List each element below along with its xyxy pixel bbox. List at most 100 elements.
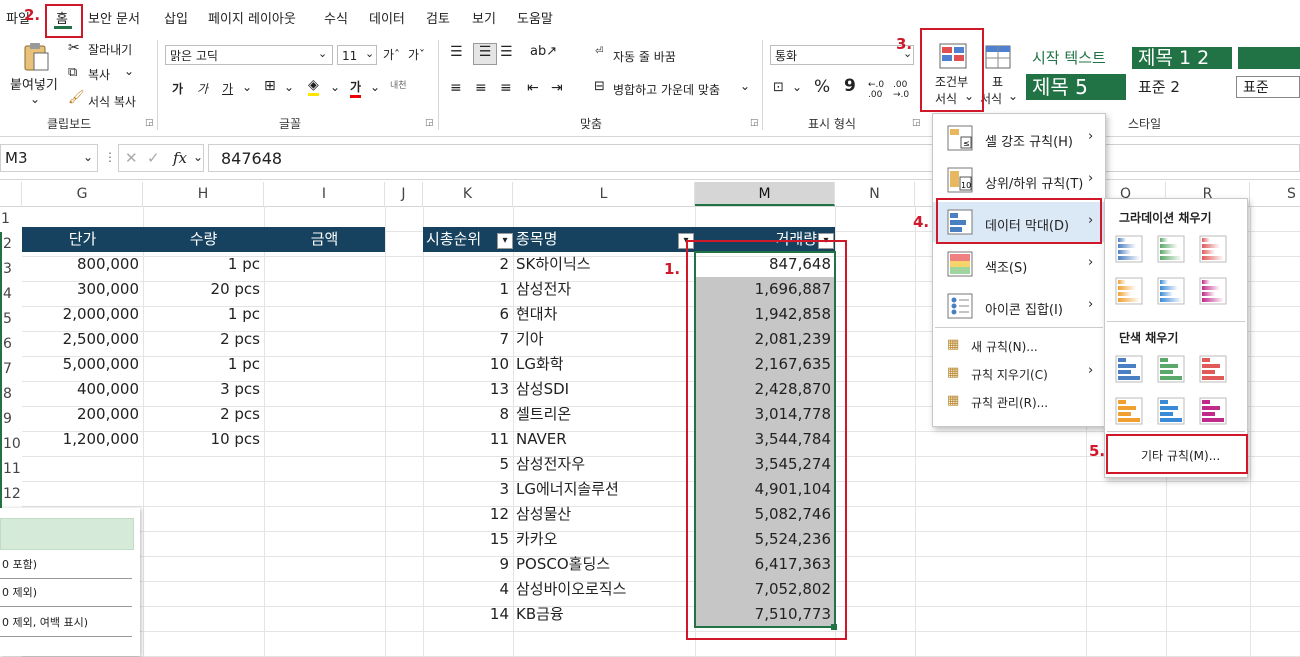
menu-item-color-scales[interactable]: 색조(S) › bbox=[933, 244, 1105, 284]
style-gallery-item[interactable] bbox=[1238, 47, 1300, 69]
table-cell[interactable]: 1 pc bbox=[143, 352, 264, 377]
gradient-fill-option[interactable] bbox=[1157, 235, 1185, 267]
solid-data-bar-icon[interactable] bbox=[1157, 355, 1185, 383]
table-cell[interactable]: 11 bbox=[423, 427, 513, 452]
cancel-icon[interactable]: ✕ bbox=[125, 149, 138, 167]
comma-button[interactable]: 9 bbox=[844, 76, 856, 96]
table-cell[interactable]: 2 bbox=[423, 252, 513, 277]
italic-button[interactable]: 가 bbox=[197, 80, 208, 97]
gradient-fill-option[interactable] bbox=[1157, 277, 1185, 309]
insert-function-button[interactable]: fx bbox=[173, 149, 187, 167]
row-header[interactable]: 10 bbox=[0, 432, 22, 457]
chevron-down-icon[interactable]: ⌄ bbox=[370, 80, 380, 94]
column-header[interactable]: G bbox=[22, 182, 143, 206]
row-header[interactable]: 5 bbox=[0, 307, 22, 332]
table-cell[interactable]: 삼성전자우 bbox=[513, 452, 695, 477]
table-cell[interactable]: 3 pcs bbox=[143, 377, 264, 402]
table-cell[interactable]: 7 bbox=[423, 327, 513, 352]
formula-input[interactable]: 847648 bbox=[208, 144, 1300, 172]
table-cell[interactable]: 2 pcs bbox=[143, 402, 264, 427]
table-cell[interactable]: 400,000 bbox=[22, 377, 143, 402]
gradient-fill-option[interactable] bbox=[1199, 277, 1227, 309]
cut-button[interactable]: 잘라내기 bbox=[88, 41, 132, 58]
align-bottom-icon[interactable]: ☰ bbox=[500, 44, 513, 60]
table-cell[interactable]: 10 bbox=[423, 352, 513, 377]
table-cell[interactable]: 9 bbox=[423, 552, 513, 577]
table-cell[interactable]: 12 bbox=[423, 502, 513, 527]
column-header[interactable]: S bbox=[1250, 182, 1300, 206]
style-gallery-item[interactable]: 제목 1 2 bbox=[1132, 47, 1232, 69]
table-cell[interactable]: 300,000 bbox=[22, 277, 143, 302]
table-cell[interactable]: 13 bbox=[423, 377, 513, 402]
align-middle-icon[interactable]: ☰ bbox=[473, 43, 497, 65]
solid-data-bar-icon[interactable] bbox=[1157, 397, 1185, 425]
format-as-table-icon[interactable] bbox=[984, 44, 1012, 70]
chevron-down-icon[interactable]: ⌄ bbox=[1008, 89, 1018, 103]
tab-insert[interactable]: 삽입 bbox=[164, 8, 188, 27]
gradient-data-bar-icon[interactable] bbox=[1115, 277, 1143, 305]
table-cell[interactable]: 1,200,000 bbox=[22, 427, 143, 452]
gradient-fill-option[interactable] bbox=[1115, 235, 1143, 267]
style-gallery-item[interactable]: 시작 텍스트 bbox=[1026, 47, 1130, 69]
table-cell[interactable]: 6 bbox=[423, 302, 513, 327]
decrease-decimal-icon[interactable]: .00 →.0 bbox=[893, 80, 909, 100]
table-cell[interactable]: 800,000 bbox=[22, 252, 143, 277]
copy-button[interactable]: 복사 bbox=[88, 66, 110, 83]
menu-item-clear-rules[interactable]: ▦ 규칙 지우기(C) › bbox=[933, 360, 1105, 388]
align-right-icon[interactable]: ≡ bbox=[500, 80, 512, 96]
style-gallery-item[interactable]: 표준 bbox=[1236, 76, 1300, 98]
font-name-combo[interactable]: 맑은 고딕 bbox=[165, 45, 333, 65]
table-cell[interactable]: 1 bbox=[423, 277, 513, 302]
chevron-down-icon[interactable]: ⌄ bbox=[740, 79, 750, 93]
column-header-selected[interactable]: M bbox=[695, 182, 835, 206]
solid-data-bar-icon[interactable] bbox=[1199, 397, 1227, 425]
table-cell[interactable]: 기아 bbox=[513, 327, 695, 352]
column-header[interactable]: N bbox=[835, 182, 915, 206]
table-cell[interactable]: 14 bbox=[423, 602, 513, 627]
tab-protect[interactable]: 보안 문서 bbox=[88, 8, 140, 27]
column-header[interactable]: L bbox=[513, 182, 695, 206]
column-header[interactable]: I bbox=[264, 182, 385, 206]
increase-indent-icon[interactable]: ⇥ bbox=[551, 80, 563, 96]
menu-item-highlight-cells[interactable]: ≤ 셀 강조 규칙(H) › bbox=[933, 118, 1105, 158]
table-cell[interactable]: LG화학 bbox=[513, 352, 695, 377]
align-center-icon[interactable]: ≡ bbox=[475, 80, 487, 96]
table-cell[interactable]: 셀트리온 bbox=[513, 402, 695, 427]
chevron-down-icon[interactable]: ⌄ bbox=[330, 80, 340, 94]
paste-label[interactable]: 붙여넣기 bbox=[10, 74, 58, 93]
header-cell[interactable]: 시총순위 bbox=[426, 227, 496, 252]
row-header[interactable]: 12 bbox=[0, 482, 22, 507]
row-header[interactable]: 8 bbox=[0, 382, 22, 407]
table-cell[interactable]: 2 pcs bbox=[143, 327, 264, 352]
select-all-corner[interactable] bbox=[0, 182, 22, 206]
filter-dropdown-icon[interactable]: ▾ bbox=[497, 233, 513, 249]
underline-button[interactable]: 가 bbox=[222, 80, 233, 97]
table-cell[interactable]: 1 pc bbox=[143, 252, 264, 277]
row-header[interactable]: 11 bbox=[0, 457, 22, 482]
number-format-combo[interactable]: 통화 bbox=[770, 45, 914, 65]
accounting-icon[interactable]: ⊡ bbox=[773, 80, 784, 95]
align-top-icon[interactable]: ☰ bbox=[450, 44, 463, 60]
tab-page-layout[interactable]: 페이지 레이아웃 bbox=[208, 8, 296, 27]
table-cell[interactable]: 2,500,000 bbox=[22, 327, 143, 352]
table-cell[interactable]: 20 pcs bbox=[143, 277, 264, 302]
side-panel-item[interactable]: 0 제외) bbox=[2, 584, 37, 600]
side-panel-item[interactable]: 0 포함) bbox=[2, 556, 37, 572]
dialog-launcher-icon[interactable]: ◲ bbox=[425, 118, 434, 128]
solid-fill-option[interactable] bbox=[1115, 355, 1143, 387]
table-cell[interactable]: LG에너지솔루션 bbox=[513, 477, 695, 502]
percent-button[interactable]: % bbox=[814, 77, 830, 97]
menu-item-top-bottom[interactable]: 10 상위/하위 규칙(T) › bbox=[933, 160, 1105, 200]
phonetic-icon[interactable]: 내천 bbox=[390, 78, 407, 91]
merge-center-button[interactable]: 병합하고 가운데 맞춤 bbox=[613, 81, 720, 98]
gradient-fill-option[interactable] bbox=[1199, 235, 1227, 267]
row-header[interactable]: 6 bbox=[0, 332, 22, 357]
tab-formulas[interactable]: 수식 bbox=[324, 8, 348, 27]
table-cell[interactable]: 8 bbox=[423, 402, 513, 427]
solid-data-bar-icon[interactable] bbox=[1115, 397, 1143, 425]
row-header[interactable]: 7 bbox=[0, 357, 22, 382]
dialog-launcher-icon[interactable]: ◲ bbox=[750, 118, 759, 128]
wrap-text-button[interactable]: 자동 줄 바꿈 bbox=[613, 48, 676, 65]
header-cell[interactable]: 단가 bbox=[22, 227, 143, 252]
chevron-down-icon[interactable]: ⌄ bbox=[242, 80, 252, 94]
